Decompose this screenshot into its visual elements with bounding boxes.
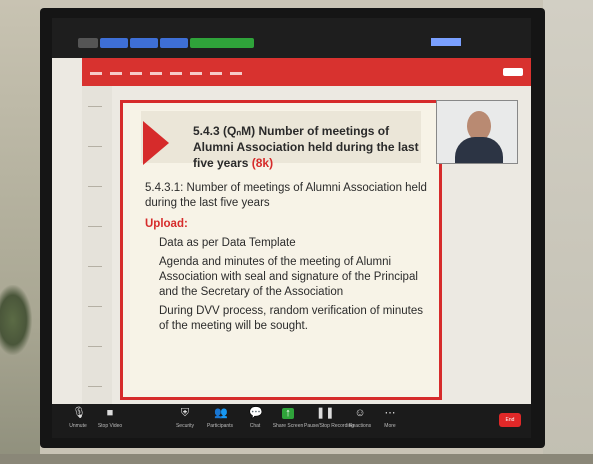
shield-icon: ⛨ — [180, 407, 190, 419]
participant-body — [455, 137, 503, 163]
sharing-indicator[interactable] — [190, 38, 254, 48]
window-tab[interactable] — [78, 38, 98, 48]
stop-video-label: Stop Video — [97, 423, 123, 429]
window-tab[interactable] — [130, 38, 158, 48]
participants-button[interactable]: 👥 Participants — [202, 407, 238, 430]
thumbnail-marker — [88, 266, 102, 267]
monitor: 5.4.3 (QₙM) Number of meetings of Alumni… — [40, 8, 545, 448]
chat-label: Chat — [249, 423, 261, 429]
recording-button[interactable]: ❚❚ Pause/Stop Recording — [304, 407, 355, 430]
ribbon-tab[interactable] — [150, 72, 162, 75]
ribbon-tab[interactable] — [90, 72, 102, 75]
slide-body: 5.4.3.1: Number of meetings of Alumni As… — [145, 181, 435, 338]
monitor-screen: 5.4.3 (QₙM) Number of meetings of Alumni… — [52, 18, 531, 438]
window-tab[interactable] — [100, 38, 128, 48]
ribbon-tab[interactable] — [110, 72, 122, 75]
stop-video-button[interactable]: ■ Stop Video — [92, 407, 128, 430]
title-arrow-shape — [143, 121, 169, 165]
slide-title-main: 5.4.3 (QₙM) Number of meetings of Alumni… — [193, 124, 419, 170]
record-icon: ❚❚ — [316, 407, 335, 419]
background-plant — [0, 285, 32, 355]
ribbon-tab[interactable] — [130, 72, 142, 75]
ribbon-share-button[interactable] — [503, 68, 523, 76]
participant-video-tile[interactable] — [436, 100, 518, 164]
background-wall-left — [0, 0, 40, 464]
zoom-meeting-toolbar: 🎙 Unmute ■ Stop Video ⛨ Security 👥 Parti… — [52, 404, 531, 438]
slide-bullet: 5.4.3.1: Number of meetings of Alumni As… — [145, 182, 427, 209]
thumbnail-marker — [88, 226, 102, 227]
security-button[interactable]: ⛨ Security — [167, 407, 203, 430]
thumbnail-marker — [88, 146, 102, 147]
reactions-icon: ☺ — [354, 407, 366, 419]
more-icon: ⋯ — [384, 407, 396, 419]
thumbnail-marker — [88, 386, 102, 387]
share-screen-button[interactable]: ↑ Share Screen — [270, 408, 306, 430]
ribbon-menu — [90, 72, 242, 75]
window-tab[interactable] — [160, 38, 188, 48]
slide-title-band: 5.4.3 (QₙM) Number of meetings of Alumni… — [141, 111, 421, 170]
upload-item: During DVV process, random verification … — [159, 305, 423, 332]
thumbnail-marker — [88, 106, 102, 107]
presentation-slide: 5.4.3 (QₙM) Number of meetings of Alumni… — [120, 100, 442, 400]
unmute-label: Unmute — [69, 423, 87, 429]
more-label: More — [384, 423, 396, 429]
unmute-button[interactable]: 🎙 Unmute — [60, 407, 96, 430]
recording-label: Pause/Stop Recording — [304, 423, 355, 429]
ribbon-tab[interactable] — [170, 72, 182, 75]
slide-thumbnail-pane[interactable] — [82, 86, 112, 416]
view-options-badge[interactable] — [431, 38, 461, 46]
ribbon-tab[interactable] — [190, 72, 202, 75]
thumbnail-marker — [88, 346, 102, 347]
chat-icon: 💬 — [249, 407, 263, 419]
upload-item: Agenda and minutes of the meeting of Alu… — [159, 256, 418, 298]
end-meeting-button[interactable]: End — [499, 413, 521, 427]
slide-title: 5.4.3 (QₙM) Number of meetings of Alumni… — [193, 123, 423, 171]
share-screen-icon: ↑ — [282, 408, 294, 419]
video-camera-icon: ■ — [106, 407, 114, 419]
share-screen-label: Share Screen — [272, 423, 304, 429]
background-floor — [0, 454, 593, 464]
ribbon-tab[interactable] — [230, 72, 242, 75]
thumbnail-marker — [88, 306, 102, 307]
more-button[interactable]: ⋯ More — [372, 407, 408, 430]
powerpoint-ribbon — [82, 58, 531, 86]
shared-window-tabs — [78, 38, 254, 48]
chat-button[interactable]: 💬 Chat — [237, 407, 273, 430]
background-wall-right — [543, 0, 593, 464]
microphone-icon: 🎙 — [72, 407, 86, 419]
upload-item: Data as per Data Template — [159, 237, 296, 249]
participants-icon: 👥 — [214, 407, 228, 419]
participants-label: Participants — [206, 423, 234, 429]
slide-title-tag: (8k) — [251, 156, 274, 170]
security-label: Security — [175, 423, 195, 429]
ribbon-tab[interactable] — [210, 72, 222, 75]
zoom-top-bar — [52, 18, 531, 58]
thumbnail-marker — [88, 186, 102, 187]
upload-heading: Upload: — [145, 218, 188, 230]
